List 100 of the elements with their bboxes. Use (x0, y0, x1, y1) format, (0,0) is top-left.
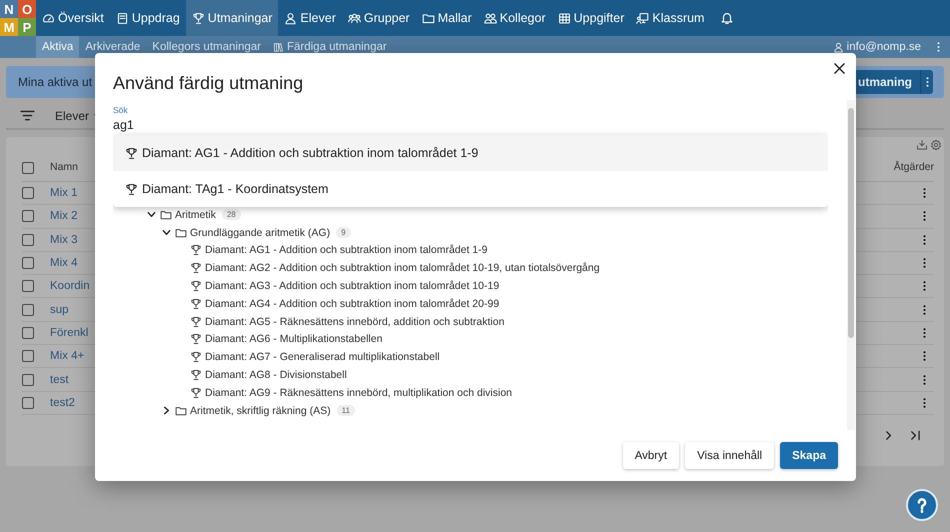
checkbox[interactable] (22, 396, 34, 409)
name-link[interactable]: test (50, 374, 69, 386)
challenge-label[interactable]: Diamant: AG8 - Divisionstabell (205, 369, 347, 382)
more-button[interactable] (920, 70, 933, 94)
folder-label[interactable]: Aritmetik (175, 208, 216, 221)
trophy-icon (125, 182, 138, 196)
name-link[interactable]: Mix 2 (50, 210, 78, 222)
chevron-right-icon[interactable] (161, 405, 172, 416)
person-icon (832, 42, 844, 52)
name-link[interactable]: Mix 3 (50, 234, 78, 246)
nav-tab[interactable]: Uppdrag (110, 0, 186, 36)
name-link[interactable]: Mix 4 (50, 257, 78, 270)
logo-letter: M (0, 18, 18, 36)
logo-letter: P (18, 18, 36, 36)
kebab-icon (923, 257, 926, 270)
checkbox[interactable] (22, 234, 34, 246)
nav-tab[interactable]: Uppgifter (552, 0, 630, 36)
checkbox[interactable] (22, 350, 34, 362)
sub-tab[interactable]: Färdiga utmaningar (266, 36, 393, 58)
challenge-label[interactable]: Diamant: AG3 - Addition och subtraktion inom talområdet 10-19 (205, 280, 500, 292)
column-header: Namn (50, 160, 78, 174)
folder-label[interactable]: Aritmetik, skriftlig räkning (AS) (190, 404, 331, 417)
sub-tab[interactable]: Arkiverade (79, 36, 146, 58)
checkbox[interactable] (22, 326, 34, 339)
last-page-icon[interactable] (909, 430, 922, 442)
people-icon (484, 12, 497, 24)
help-button[interactable] (906, 489, 938, 521)
dialog-button[interactable]: Visa innehåll (685, 442, 774, 469)
books-icon (272, 42, 284, 52)
nav-tab[interactable]: Mallar (416, 0, 478, 36)
challenge-label[interactable]: Diamant: AG5 - Räknesättens innebörd, addition och subtraktion (205, 316, 504, 328)
nav-tab[interactable]: Kollegor (478, 0, 552, 36)
folder-icon (160, 208, 172, 221)
count-badge: 28 (222, 209, 241, 220)
nav-tab[interactable]: Översikt (36, 0, 110, 36)
checkbox[interactable] (22, 257, 34, 270)
kebab-icon (923, 210, 926, 222)
name-link[interactable]: Förenkl (50, 326, 88, 339)
dialog-button[interactable]: Skapa (780, 442, 838, 469)
suggestion-item[interactable]: Diamant: AG1 - Addition och subtraktion inom talområdet 1-9 (113, 135, 828, 171)
next-page-icon[interactable] (884, 430, 894, 442)
scrollbar[interactable] (848, 108, 854, 338)
kebab-icon (923, 304, 926, 316)
book-icon (116, 12, 129, 24)
kebab-icon (923, 396, 926, 409)
checkbox[interactable] (22, 280, 34, 292)
folder-icon (175, 226, 187, 239)
nav-tab[interactable]: Utmaningar (186, 0, 278, 36)
checkbox[interactable] (22, 374, 34, 386)
nav-tab[interactable]: Grupper (342, 0, 416, 36)
gauge-icon (42, 12, 55, 24)
kebab-icon (923, 326, 926, 339)
checkbox[interactable] (22, 162, 34, 174)
kebab-icon (923, 234, 926, 246)
settings-icon[interactable] (930, 139, 942, 151)
trophy-icon (190, 369, 202, 382)
dialog-button[interactable]: Avbryt (622, 442, 680, 469)
checkbox[interactable] (22, 304, 34, 316)
challenge-label[interactable]: Diamant: AG4 - Addition och subtraktion inom talområdet 20-99 (205, 298, 500, 310)
nav-tab[interactable]: Klassrum (630, 0, 710, 36)
banner-title: Mina aktiva ut (18, 75, 92, 89)
board-icon (636, 12, 650, 24)
folder-label[interactable]: Grundläggande aritmetik (AG) (190, 226, 330, 239)
name-link[interactable]: Koordin (50, 280, 90, 292)
folder-icon (422, 12, 435, 24)
kebab-icon (923, 280, 926, 292)
sub-tab[interactable]: Kollegors utmaningar (146, 36, 267, 58)
trophy-icon (190, 262, 202, 274)
count-badge: 11 (336, 405, 355, 416)
user-menu[interactable]: info@nomp.se (826, 36, 927, 58)
bell-icon[interactable] (720, 11, 734, 25)
group-icon (348, 12, 361, 24)
close-icon (834, 62, 844, 74)
create-button[interactable]: utmaning (856, 70, 920, 94)
kebab-icon (923, 374, 926, 386)
column-header: Åtgärder (894, 160, 934, 174)
kebab-icon (923, 187, 926, 200)
name-link[interactable]: Mix 4+ (50, 350, 84, 362)
name-link[interactable]: test2 (50, 396, 75, 409)
person-icon (284, 12, 298, 24)
name-link[interactable]: Mix 1 (50, 187, 78, 200)
folder-icon (175, 404, 187, 417)
trophy-icon (192, 12, 205, 24)
filter-icon[interactable] (20, 110, 35, 121)
grid-icon (558, 12, 571, 24)
challenge-label[interactable]: Diamant: AG9 - Räknesättens innebörd, multiplikation och division (205, 386, 512, 399)
name-link[interactable]: sup (50, 304, 69, 316)
trophy-icon (190, 351, 202, 364)
logo-letter: O (18, 0, 36, 18)
challenge-label[interactable]: Diamant: AG6 - Multiplikationstabellen (205, 333, 382, 346)
download-icon[interactable] (916, 139, 928, 151)
trophy-icon (190, 298, 202, 310)
trophy-icon (190, 244, 202, 256)
challenge-label[interactable]: Diamant: AG2 - Addition och subtraktion inom talområdet 10-19, utan tiotalsövergång (205, 262, 600, 274)
checkbox[interactable] (22, 187, 34, 200)
challenge-label[interactable]: Diamant: AG7 - Generaliserad multiplikationstabell (205, 351, 440, 364)
trophy-icon (190, 280, 202, 292)
challenge-label[interactable]: Diamant: AG1 - Addition och subtraktion inom talområdet 1-9 (205, 244, 488, 256)
nav-tab[interactable]: Elever (278, 0, 342, 36)
checkbox[interactable] (22, 210, 34, 222)
